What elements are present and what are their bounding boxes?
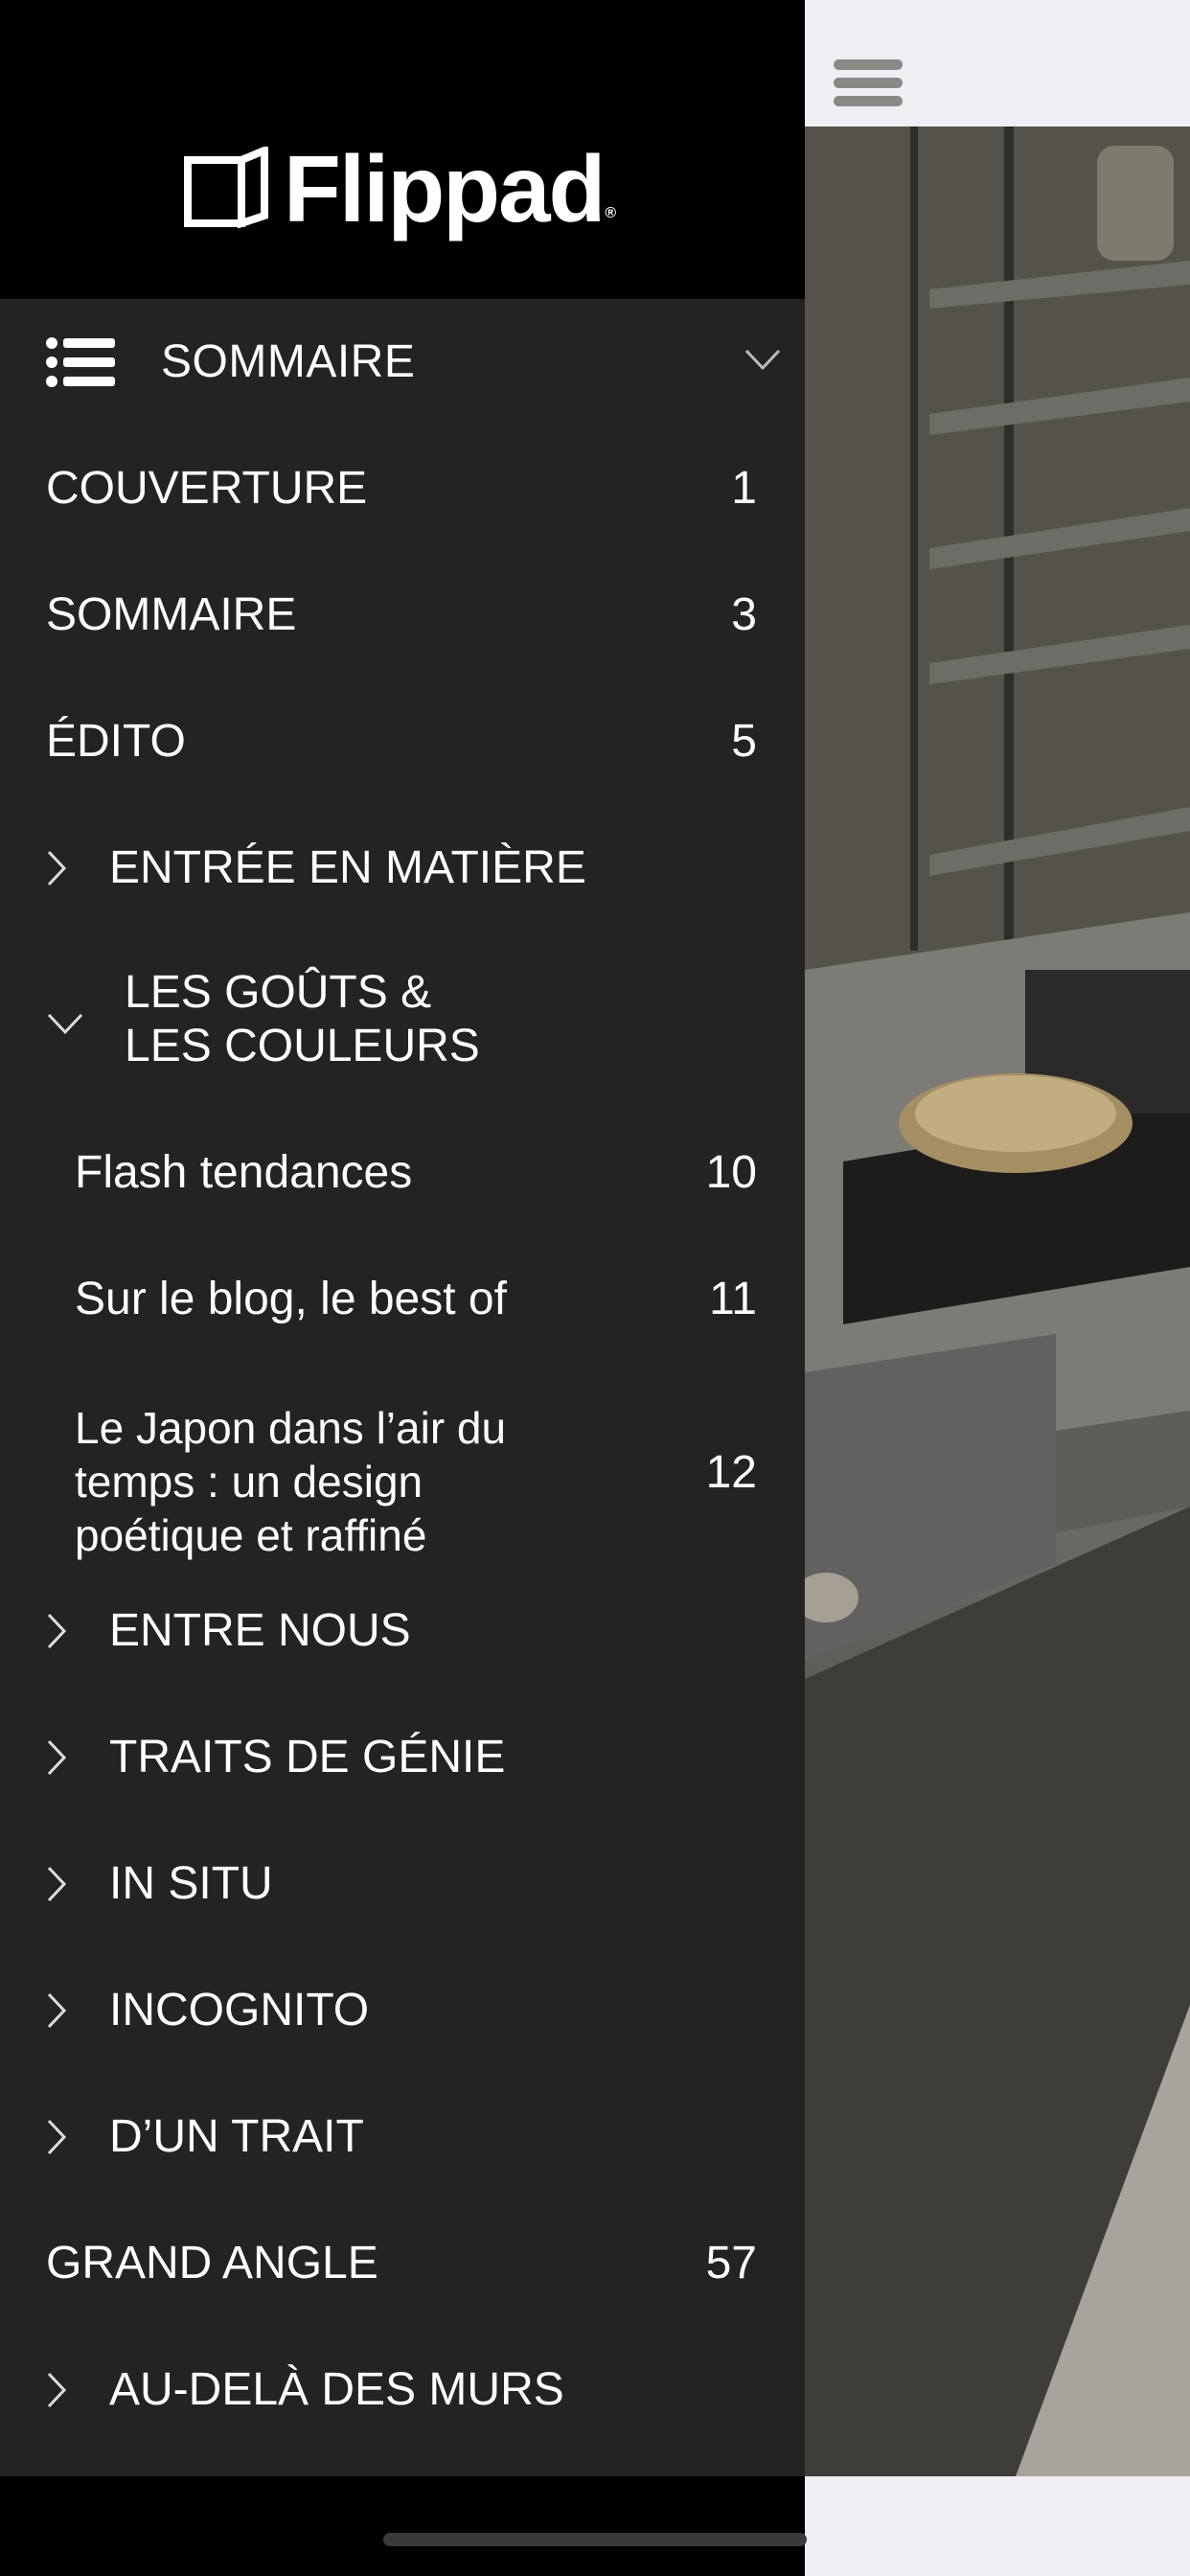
toc-item-flash-tendances[interactable]: Flash tendances 10 [0,1110,805,1236]
toc-item-couverture[interactable]: COUVERTURE 1 [0,426,805,552]
toc-section-label: TRAITS DE GÉNIE [109,1732,506,1782]
toc-item-le-japon[interactable]: Le Japon dans l’air du temps : un design… [0,1365,805,1581]
chevron-right-icon [47,2119,67,2155]
toc-section-label: D’UN TRAIT [109,2111,364,2162]
toc-section-label: IN SITU [109,1858,273,1909]
chevron-right-icon [47,1739,67,1776]
toc-section-incognito[interactable]: INCOGNITO [0,1947,805,2074]
toc-section-les-gouts-les-couleurs[interactable]: LES GOÛTS & LES COULEURS [0,932,805,1110]
toc-item-label: COUVERTURE [46,463,368,514]
chevron-down-icon [47,1013,83,1035]
toc-section-label: LES GOÛTS & LES COULEURS [125,966,480,1073]
toc-item-sommaire[interactable]: SOMMAIRE 3 [0,552,805,678]
toc-item-page: 3 [731,589,757,640]
toc-item-page: 12 [705,1447,757,1498]
label-line: LES COULEURS [125,1021,480,1071]
book-icon [184,147,268,229]
registered-mark: ® [605,205,617,221]
chevron-right-icon [47,1992,67,2029]
toc-section-in-situ[interactable]: IN SITU [0,1821,805,1947]
label-line: poétique et raffiné [75,1510,427,1560]
toc-item-page: 5 [731,716,757,767]
toc-item-grand-angle[interactable]: GRAND ANGLE 57 [0,2200,805,2327]
hamburger-icon[interactable] [834,59,903,113]
toc-section-entree-en-matiere[interactable]: ENTRÉE EN MATIÈRE [0,805,805,932]
toc-section-entre-nous[interactable]: ENTRE NOUS [0,1568,805,1694]
toc-section-label: ENTRE NOUS [109,1605,411,1656]
toc-item-page: 10 [705,1147,757,1198]
toc-item-page: 1 [731,463,757,514]
home-indicator[interactable] [383,2533,807,2546]
toc-section-label: INCOGNITO [109,1985,370,2036]
list-icon [46,337,115,387]
chevron-right-icon [47,1866,67,1902]
magazine-page-image[interactable] [805,126,1190,2476]
toc-section-label: ENTRÉE EN MATIÈRE [109,842,586,893]
chevron-down-icon[interactable] [744,347,782,372]
toc-drawer: Flippad ® SOMMAIRE COUVERTURE 1 SOMMAIRE… [0,0,805,2576]
label-line: Le Japon dans l’air du [75,1403,507,1453]
chevron-right-icon [47,1613,67,1649]
content-area[interactable] [805,0,1190,2576]
toc-section-traits-de-genie[interactable]: TRAITS DE GÉNIE [0,1694,805,1821]
drawer-header: Flippad ® [0,0,805,299]
toc-item-page: 11 [709,1274,757,1324]
toc-title: SOMMAIRE [161,336,416,387]
label-line: LES GOÛTS & [125,967,432,1018]
toc-item-sur-le-blog[interactable]: Sur le blog, le best of 11 [0,1236,805,1363]
drawer-footer [0,2476,805,2576]
chevron-right-icon [47,2372,67,2408]
toc-item-label: Flash tendances [75,1147,413,1198]
chevron-right-icon [47,850,67,886]
toc-item-label: Le Japon dans l’air du temps : un design… [75,1401,611,1562]
toc-section-au-dela-des-murs[interactable]: AU-DELÀ DES MURS [0,2327,805,2453]
label-line: temps : un design [75,1457,423,1506]
toc-section-label: AU-DELÀ DES MURS [109,2364,564,2415]
toc-item-label: SOMMAIRE [46,589,297,640]
toc-section-d-un-trait[interactable]: D’UN TRAIT [0,2074,805,2200]
toc-item-label: ÉDITO [46,716,186,767]
toc-item-edito[interactable]: ÉDITO 5 [0,678,805,805]
toc-header[interactable]: SOMMAIRE [0,299,805,426]
toc-item-label: Sur le blog, le best of [75,1274,507,1324]
flippad-logo: Flippad ® [182,142,616,236]
toc-item-page: 57 [705,2238,757,2288]
toc-item-label: GRAND ANGLE [46,2238,378,2288]
brand-name: Flippad [284,136,606,242]
